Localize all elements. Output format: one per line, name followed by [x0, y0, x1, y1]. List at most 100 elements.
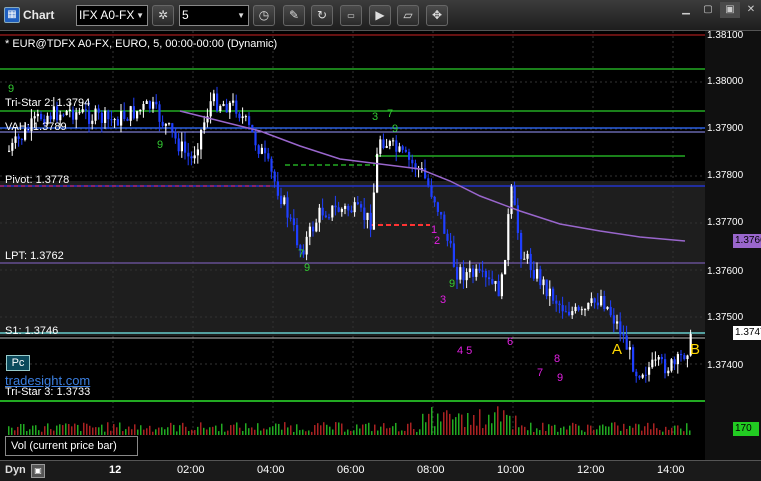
candle-body: [619, 321, 622, 335]
time-tick: 12: [109, 464, 122, 476]
candle-body: [632, 347, 635, 372]
restore-icon[interactable]: ▣: [720, 2, 740, 18]
count-label: 8: [554, 353, 561, 365]
volume-bar: [218, 431, 220, 435]
chart-canvas: [0, 31, 761, 460]
volume-bar: [116, 427, 118, 435]
volume-bar: [239, 427, 241, 435]
chevron-down-icon[interactable]: ▼: [136, 6, 144, 25]
candle-body: [65, 110, 68, 116]
candle-body: [411, 159, 414, 164]
candle-body: [561, 305, 564, 312]
count-label: 9: [304, 262, 311, 274]
crosshair-icon[interactable]: ✥: [426, 5, 448, 26]
volume-bar: [596, 429, 598, 435]
volume-bar: [527, 430, 529, 435]
candle-body: [337, 207, 340, 212]
volume-bar: [467, 412, 469, 435]
settings-icon[interactable]: ✲: [152, 5, 174, 26]
candle-body: [468, 268, 471, 273]
candle-body: [216, 93, 219, 112]
candle-body: [168, 123, 171, 125]
volume-bar: [29, 429, 31, 435]
vah-label: VAH: 1.3789: [5, 121, 67, 133]
volume-bar: [584, 431, 586, 435]
symbol-combo[interactable]: IFX A0-FX ▼: [76, 5, 148, 26]
candle-body: [17, 136, 20, 139]
volume-bar: [167, 427, 169, 435]
count-label: 7: [387, 108, 394, 120]
candle-body: [427, 178, 430, 186]
volume-bar: [440, 421, 442, 435]
s1-label: S1: 1.3746: [5, 325, 59, 337]
candle-body: [680, 354, 683, 356]
volume-bar: [200, 422, 202, 435]
volume-bar: [344, 431, 346, 435]
candle-body: [542, 279, 545, 286]
price-tick: 1.37600: [707, 266, 744, 277]
volume-bar: [269, 427, 271, 435]
candle-body: [564, 311, 567, 313]
candle-body: [478, 268, 481, 271]
price-tick: 1.37500: [707, 312, 744, 323]
candle-body: [667, 370, 670, 374]
price-tick: 1.38100: [707, 30, 744, 41]
price-chart[interactable]: * EUR@TDFX A0-FX, EURO, 5, 00:00-00:00 (…: [0, 30, 761, 460]
close-icon[interactable]: ✕: [741, 2, 761, 18]
volume-bar: [560, 427, 562, 435]
volume-bar: [614, 422, 616, 435]
volume-bar: [542, 422, 544, 435]
clock-icon[interactable]: ◷: [253, 5, 275, 26]
chevron-down-icon[interactable]: ▼: [237, 6, 245, 25]
count-label: 4 5: [457, 345, 473, 357]
maximize-icon[interactable]: ▢: [698, 2, 718, 18]
volume-bar: [356, 424, 358, 435]
candle-body: [379, 139, 382, 154]
title-bar: ▦ Chart IFX A0-FX ▼ ✲ 5 ▼ ◷ ✎ ↻ ▭ ▶ ▱ ✥ …: [0, 0, 761, 31]
volume-bar: [125, 429, 127, 435]
volume-bar: [305, 431, 307, 435]
candle-body: [545, 279, 548, 297]
refresh-icon[interactable]: ↻: [311, 5, 333, 26]
volume-bar: [497, 406, 499, 435]
volume-bar: [572, 422, 574, 435]
candle-body: [260, 147, 263, 154]
candle-body: [20, 138, 23, 140]
mode-icon[interactable]: ▣: [31, 464, 45, 478]
volume-bar: [506, 414, 508, 435]
volume-bar: [401, 430, 403, 435]
volume-bar: [44, 426, 46, 435]
count-label: 9: [8, 83, 15, 95]
volume-bar: [122, 431, 124, 435]
pencil-icon[interactable]: ✎: [283, 5, 305, 26]
volume-bar: [674, 425, 676, 435]
pc-badge[interactable]: Pc: [6, 355, 30, 371]
volume-bar: [110, 430, 112, 435]
candle-body: [8, 150, 11, 152]
volume-bar: [587, 424, 589, 435]
candle-body: [97, 108, 100, 113]
candle-body: [164, 123, 167, 126]
play-icon[interactable]: ▶: [369, 5, 391, 26]
minimize-icon[interactable]: ▁: [676, 2, 696, 18]
candle-body: [75, 112, 78, 120]
candle-body: [344, 205, 347, 209]
watermark-link[interactable]: tradesight.com: [5, 373, 90, 388]
count-label: 2: [434, 235, 441, 247]
candle-body: [523, 258, 526, 260]
candle-body: [660, 357, 663, 360]
volume-bar: [671, 427, 673, 435]
time-tick: 04:00: [257, 464, 285, 476]
price-tick: 1.37800: [707, 170, 744, 181]
interval-combo[interactable]: 5 ▼: [179, 5, 249, 26]
volume-bar: [173, 424, 175, 435]
candle-body: [648, 367, 651, 375]
volume-bar: [473, 415, 475, 435]
volume-bar: [293, 431, 295, 435]
volume-bar: [452, 419, 454, 435]
ruler-icon[interactable]: ▱: [397, 5, 419, 26]
volume-bar: [161, 427, 163, 435]
gsi-icon[interactable]: ▭: [340, 5, 362, 26]
candle-body: [257, 145, 260, 154]
volume-bar: [14, 430, 16, 435]
